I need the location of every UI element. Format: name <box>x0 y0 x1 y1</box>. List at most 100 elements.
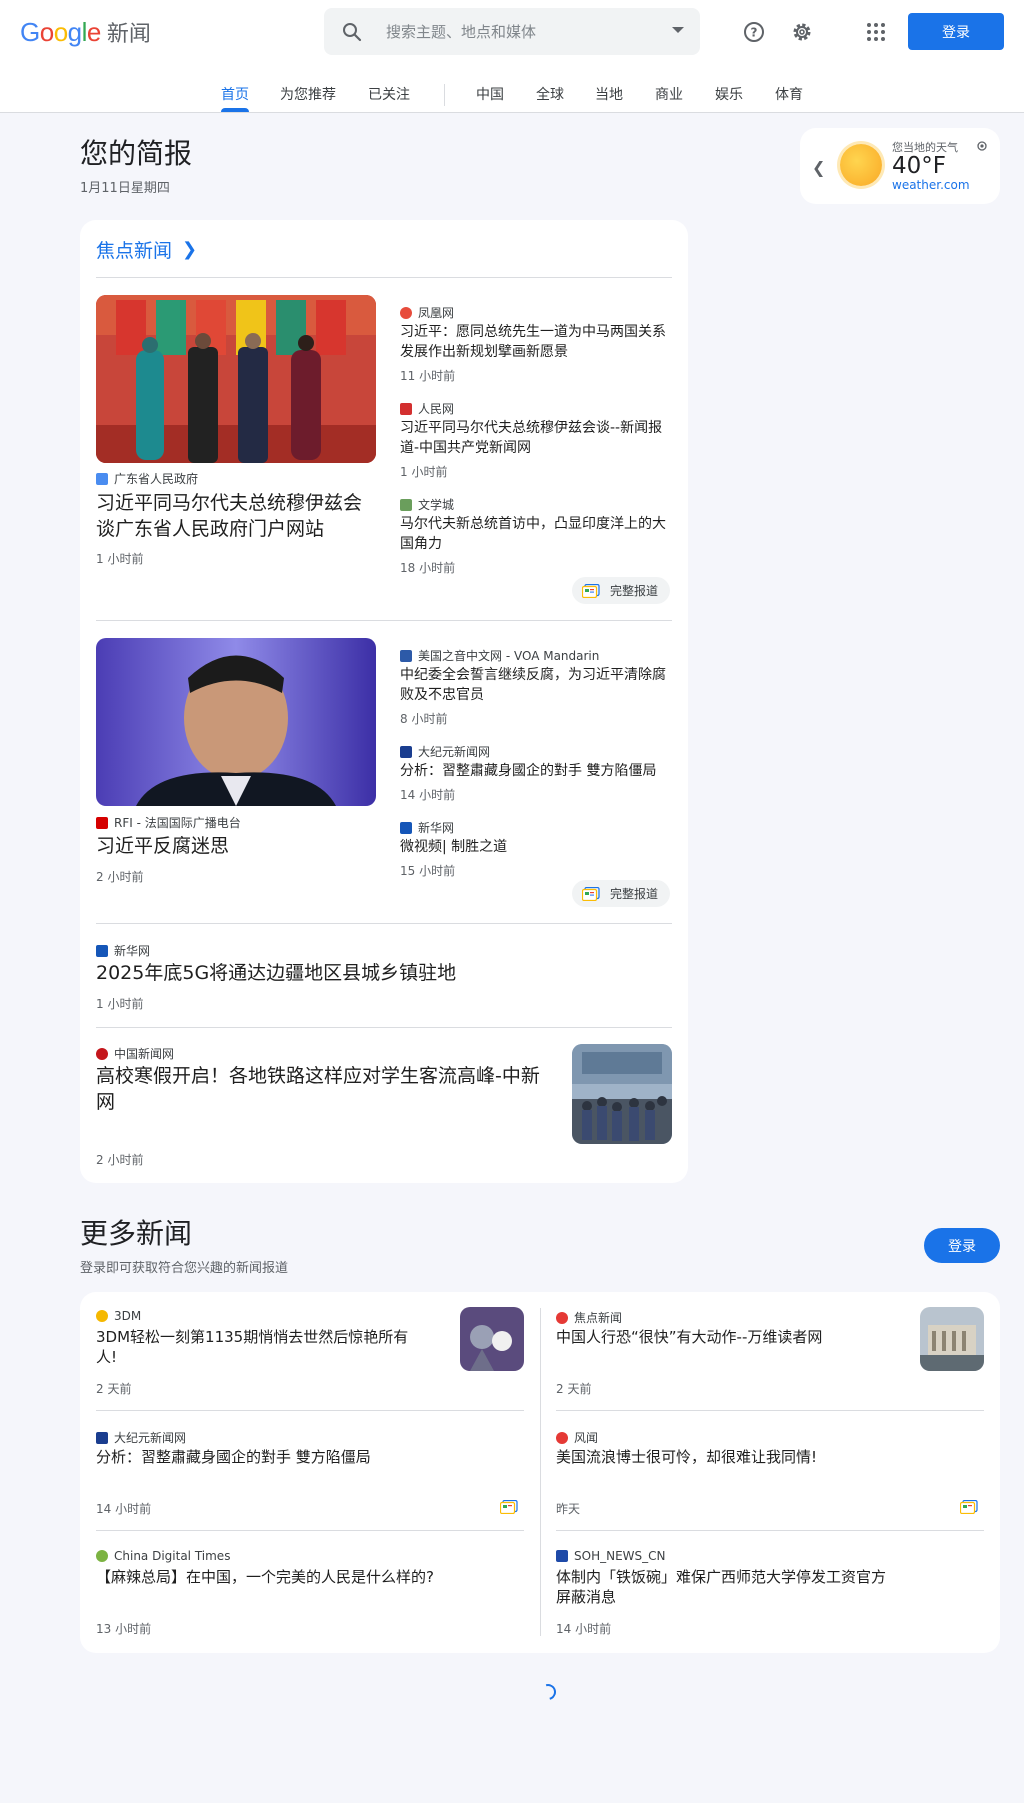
story-image-cartoon[interactable] <box>460 1307 524 1371</box>
source-logo-icon <box>556 1431 568 1444</box>
source-logo-icon <box>556 1550 568 1562</box>
settings-gear-icon[interactable] <box>790 20 814 44</box>
tab-sports[interactable]: 体育 <box>775 84 803 104</box>
story-source[interactable]: 风闻 <box>556 1429 598 1446</box>
source-logo-icon <box>400 745 412 758</box>
story-source[interactable]: 大纪元新闻网 <box>400 743 490 760</box>
tab-china[interactable]: 中国 <box>476 84 504 104</box>
story-headline[interactable]: 2025年底5G将通达边疆地区县城乡镇驻地 <box>96 960 656 986</box>
story-time: 昨天 <box>556 1502 581 1516</box>
search-input[interactable] <box>386 22 656 41</box>
story-headline[interactable]: 中纪委全会誓言继续反腐，为习近平清除腐败及不忠官员 <box>400 665 672 705</box>
divider <box>556 1410 984 1411</box>
source-logo-icon <box>400 402 412 415</box>
source-logo-icon <box>96 1310 108 1322</box>
story-headline[interactable]: 【麻辣总局】在中国，一个完美的人民是什么样的? <box>96 1567 436 1587</box>
active-tab-indicator <box>221 108 249 112</box>
story-source[interactable]: 新华网 <box>400 819 454 836</box>
story-time: 14 小时前 <box>556 1622 612 1636</box>
divider <box>96 1530 524 1531</box>
story-headline[interactable]: 习近平同马尔代夫总统穆伊兹会谈--新闻报道-中国共产党新闻网 <box>400 418 672 458</box>
weather-temperature: 40°F <box>892 153 946 179</box>
google-news-logo[interactable]: Google 新闻 <box>20 16 151 48</box>
full-coverage-button[interactable]: 完整报道 <box>572 577 671 604</box>
full-coverage-button[interactable]: 完整报道 <box>572 880 671 907</box>
top-stories-card: 焦点新闻 ❯ 广东省人民政府 习近平同马尔代夫总统穆伊兹会谈广东省人民政府门户网… <box>80 220 688 1183</box>
divider <box>96 277 672 278</box>
top-app-bar: Google 新闻 ? 登录 首页 为您推荐 已关注 中国 全球 当地 商业 娱… <box>0 0 1024 113</box>
full-coverage-icon <box>582 886 600 901</box>
more-news-card: 3DM 3DM轻松一刻第1135期悄悄去世然后惊艳所有人! 2 天前 大纪元新闻… <box>80 1292 1000 1653</box>
story-headline[interactable]: 习近平：愿同总统先生一道为中马两国关系发展作出新规划擘画新愿景 <box>400 322 672 362</box>
story-time: 2 小时前 <box>96 870 144 884</box>
story-source[interactable]: 凤凰网 <box>400 304 454 321</box>
story-source[interactable]: 大纪元新闻网 <box>96 1429 186 1446</box>
story-headline[interactable]: 美国流浪博士很可怜，却很难让我同情! <box>556 1447 936 1467</box>
section-tabs: 首页 为您推荐 已关注 中国 全球 当地 商业 娱乐 体育 <box>0 74 1024 112</box>
help-icon[interactable]: ? <box>742 20 766 44</box>
tab-home[interactable]: 首页 <box>221 84 249 104</box>
story-source[interactable]: SOH_NEWS_CN <box>556 1549 665 1563</box>
sign-in-button[interactable]: 登录 <box>908 13 1004 50</box>
search-options-dropdown-icon[interactable] <box>672 27 684 33</box>
story-source[interactable]: 焦点新闻 <box>556 1309 622 1326</box>
apps-grid-icon[interactable] <box>864 20 888 44</box>
story-time: 14 小时前 <box>400 788 456 802</box>
full-coverage-icon[interactable] <box>500 1500 518 1514</box>
full-coverage-icon[interactable] <box>960 1500 978 1514</box>
more-news-sign-in-button[interactable]: 登录 <box>924 1228 1000 1263</box>
story-source[interactable]: 美国之音中文网 - VOA Mandarin <box>400 647 599 664</box>
story-time: 14 小时前 <box>96 1502 152 1516</box>
source-logo-icon <box>96 1550 108 1562</box>
story-image-speaker-portrait[interactable] <box>96 638 376 806</box>
location-icon[interactable] <box>976 140 988 152</box>
source-logo-icon <box>556 1311 568 1324</box>
story-image-train-station-crowd[interactable] <box>572 1044 672 1144</box>
story-source[interactable]: 新华网 <box>96 942 150 959</box>
story-headline[interactable]: 中国人行恐“很快”有大动作--万维读者网 <box>556 1327 896 1347</box>
story-headline[interactable]: 3DM轻松一刻第1135期悄悄去世然后惊艳所有人! <box>96 1327 416 1367</box>
source-name: 中国新闻网 <box>114 1047 175 1061</box>
full-coverage-label: 完整报道 <box>610 887 659 901</box>
google-logo-text: Google <box>20 16 101 47</box>
divider <box>96 620 672 621</box>
story-headline[interactable]: 习近平反腐迷思 <box>96 833 376 859</box>
search-icon[interactable] <box>340 20 364 44</box>
divider <box>96 923 672 924</box>
story-source[interactable]: 广东省人民政府 <box>96 470 198 487</box>
story-source[interactable]: China Digital Times <box>96 1549 230 1563</box>
story-headline[interactable]: 马尔代夫新总统首访中，凸显印度洋上的大国角力 <box>400 514 672 554</box>
weather-source-link[interactable]: weather.com <box>892 178 970 192</box>
tab-business[interactable]: 商业 <box>655 84 683 104</box>
story-headline[interactable]: 高校寒假开启！各地铁路这样应对学生客流高峰-中新网 <box>96 1063 556 1115</box>
search-box[interactable] <box>324 8 700 55</box>
tab-world[interactable]: 全球 <box>536 84 564 104</box>
source-name: 美国之音中文网 - VOA Mandarin <box>418 649 600 663</box>
top-stories-link[interactable]: 焦点新闻 ❯ <box>96 236 197 263</box>
story-image-leaders-meeting[interactable] <box>96 295 376 463</box>
story-headline[interactable]: 体制内「铁饭碗」难保广西师范大学停发工资官方屏蔽消息 <box>556 1567 896 1607</box>
story-source[interactable]: 中国新闻网 <box>96 1045 174 1062</box>
story-headline[interactable]: 分析：習整肅藏身國企的對手 雙方陷僵局 <box>96 1447 476 1467</box>
story-headline[interactable]: 习近平同马尔代夫总统穆伊兹会谈广东省人民政府门户网站 <box>96 490 376 542</box>
tab-entertainment[interactable]: 娱乐 <box>715 84 743 104</box>
story-source[interactable]: 人民网 <box>400 400 454 417</box>
weather-card[interactable]: ❮ 您当地的天气 40°F weather.com <box>800 128 1000 204</box>
story-headline[interactable]: 微视频| 制胜之道 <box>400 837 672 857</box>
chevron-right-icon: ❯ <box>182 239 198 260</box>
story-source[interactable]: RFI - 法国国际广播电台 <box>96 814 241 831</box>
loading-spinner-icon <box>537 1681 559 1703</box>
logo-product-name: 新闻 <box>106 22 151 47</box>
source-logo-icon <box>400 649 412 662</box>
chevron-left-icon[interactable]: ❮ <box>812 158 825 177</box>
story-source[interactable]: 文学城 <box>400 496 454 513</box>
story-image-bank-building[interactable] <box>920 1307 984 1371</box>
story-time: 2 天前 <box>96 1382 132 1396</box>
source-logo-icon <box>400 306 412 319</box>
story-source[interactable]: 3DM <box>96 1309 141 1323</box>
story-headline[interactable]: 分析：習整肅藏身國企的對手 雙方陷僵局 <box>400 761 672 781</box>
source-name: SOH_NEWS_CN <box>574 1549 666 1563</box>
tab-local[interactable]: 当地 <box>595 84 623 104</box>
tab-following[interactable]: 已关注 <box>368 84 410 104</box>
tab-for-you[interactable]: 为您推荐 <box>280 84 336 104</box>
